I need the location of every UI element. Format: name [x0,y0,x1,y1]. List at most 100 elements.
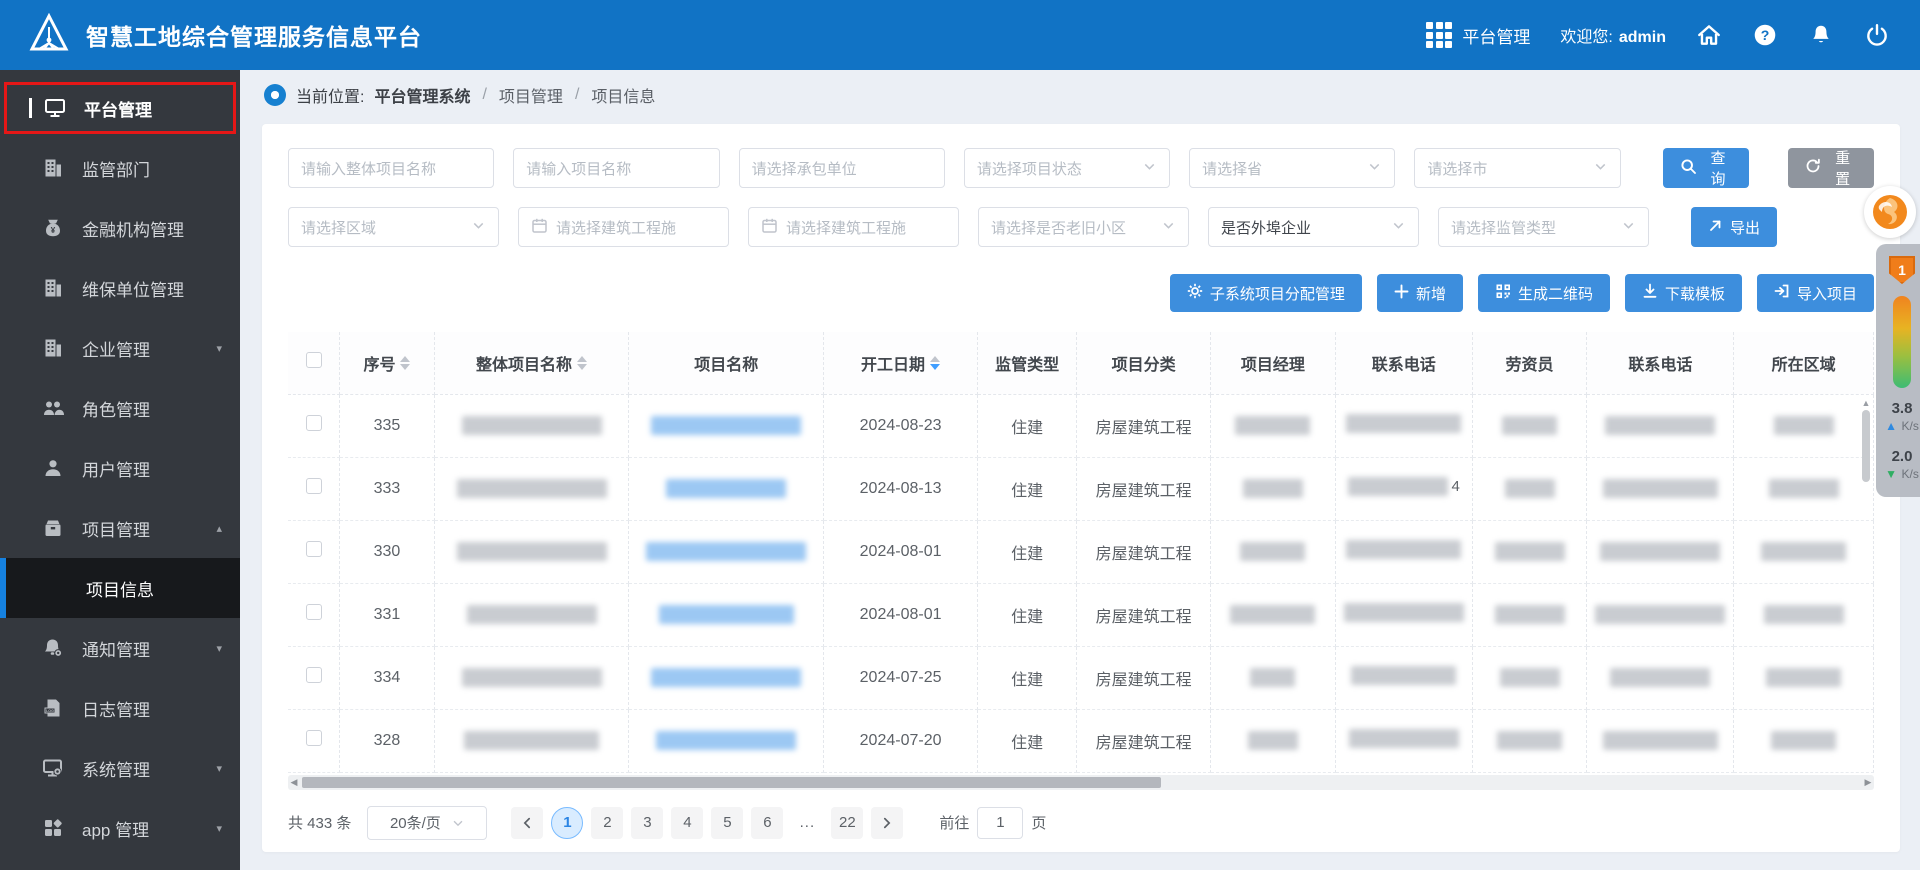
project-name-link[interactable] [651,416,801,435]
sidebar-subitem-active[interactable]: 项目信息 [0,558,240,618]
cell-seq: 335 [340,394,434,457]
page-button-22[interactable]: 22 [831,807,863,839]
column-header-2[interactable]: 整体项目名称 [434,332,629,394]
logout-power-icon[interactable] [1864,22,1890,48]
cell-category: 房屋建筑工程 [1077,457,1211,520]
sidebar-item-3[interactable]: 维保单位管理 [0,258,240,318]
filter-select-2-5[interactable]: 请选择监管类型 [1438,207,1649,247]
cell-region [1734,394,1874,457]
row-checkbox[interactable] [306,604,322,620]
help-icon[interactable]: ? [1752,22,1778,48]
subsystem-assign-button[interactable]: 子系统项目分配管理 [1170,274,1362,312]
page-button-6[interactable]: 6 [751,807,783,839]
row-checkbox[interactable] [306,541,322,557]
project-name-link[interactable] [666,479,786,498]
scroll-right-arrow-icon[interactable]: ▶ [1862,777,1874,788]
filter-select-2-0[interactable]: 请选择区域 [288,207,499,247]
cell-project-name [629,394,824,457]
generate-qrcode-button[interactable]: 生成二维码 [1478,274,1610,312]
security-app-logo[interactable] [1864,186,1916,238]
shield-badge-icon[interactable]: 1 [1889,256,1915,284]
speed-monitor-panel[interactable]: 1 3.8 ▲ K/s 2.0 ▼ K/s [1876,244,1920,497]
project-name-link[interactable] [651,668,801,687]
platform-menu-button[interactable]: 平台管理 [1426,22,1530,48]
filter-date-2-1[interactable]: 请选择建筑工程施 [518,207,729,247]
sort-arrows-icon[interactable] [930,356,940,370]
scroll-left-arrow-icon[interactable]: ◀ [288,777,300,788]
notification-bell-icon[interactable] [1808,22,1834,48]
filter-select-1-3[interactable]: 请选择项目状态 [964,148,1170,188]
select-all-checkbox[interactable] [306,352,322,368]
add-button[interactable]: 新增 [1377,274,1463,312]
project-name-link[interactable] [646,542,806,561]
redacted-text [1346,414,1461,433]
filter-date-2-2[interactable]: 请选择建筑工程施 [748,207,959,247]
redacted-text [1603,731,1718,750]
project-name-link[interactable] [656,731,796,750]
row-checkbox[interactable] [306,730,322,746]
project-name-link[interactable] [659,605,794,624]
filter-input-1-2[interactable]: 请选择承包单位 [739,148,945,188]
goto-page-input[interactable] [977,807,1023,839]
page-button-2[interactable]: 2 [591,807,623,839]
row-checkbox[interactable] [306,667,322,683]
filter-input-1-0[interactable]: 请输入整体项目名称 [288,148,494,188]
filter-input-1-1[interactable]: 请输入项目名称 [513,148,719,188]
qrcode-icon [1495,283,1511,303]
cell-project-name [629,457,824,520]
breadcrumb-item-project-mgmt[interactable]: 项目管理 [499,83,563,107]
redacted-text [462,416,602,435]
sidebar-item-0[interactable]: 平台管理 [4,82,236,134]
sidebar-item-6[interactable]: 用户管理 [0,438,240,498]
filter-select-2-4[interactable]: 是否外埠企业 [1208,207,1419,247]
next-page-button[interactable] [871,807,903,839]
sidebar-item-12[interactable]: app 管理▾ [0,798,240,858]
project-icon [42,517,64,539]
import-icon [1774,283,1790,303]
search-button[interactable]: 查询 [1663,148,1750,188]
page-size-select[interactable]: 20条/页 [367,806,487,840]
filter-select-1-5[interactable]: 请选择市 [1414,148,1620,188]
select-all-header[interactable] [288,332,340,394]
breadcrumb-item-project-info[interactable]: 项目信息 [591,83,655,107]
sidebar-item-10[interactable]: LOG日志管理 [0,678,240,738]
row-checkbox[interactable] [306,478,322,494]
import-project-button[interactable]: 导入项目 [1757,274,1874,312]
sort-arrows-icon[interactable] [400,356,410,370]
sidebar-item-label: 企业管理 [82,336,150,361]
sidebar-item-7[interactable]: 项目管理▴ [0,498,240,558]
column-header-1[interactable]: 序号 [340,332,434,394]
page-button-5[interactable]: 5 [711,807,743,839]
column-header-4[interactable]: 开工日期 [824,332,978,394]
export-button[interactable]: 导出 [1691,207,1777,247]
sidebar-item-2[interactable]: ¥金融机构管理 [0,198,240,258]
horizontal-scroll-thumb[interactable] [302,777,1161,788]
filter-placeholder: 请输入项目名称 [526,158,706,179]
page-button-3[interactable]: 3 [631,807,663,839]
redacted-text [1349,729,1459,748]
page-button-4[interactable]: 4 [671,807,703,839]
sidebar-item-5[interactable]: 角色管理 [0,378,240,438]
redacted-text [1603,479,1718,498]
app-root: 智慧工地综合管理服务信息平台 平台管理 欢迎您:admin ? [0,0,1920,870]
sidebar-item-4[interactable]: 企业管理▾ [0,318,240,378]
cell-supervision-type: 住建 [977,583,1076,646]
horizontal-scrollbar[interactable]: ◀ ▶ [288,775,1874,790]
filter-placeholder: 请选择承包单位 [752,158,932,179]
calendar-icon [531,217,548,238]
home-icon[interactable] [1696,22,1722,48]
filter-select-2-3[interactable]: 请选择是否老旧小区 [978,207,1189,247]
sidebar-item-9[interactable]: 通知管理▾ [0,618,240,678]
filter-select-1-4[interactable]: 请选择省 [1189,148,1395,188]
sidebar-item-label: 日志管理 [82,696,150,721]
sidebar-item-1[interactable]: 监管部门 [0,138,240,198]
reset-button[interactable]: 重置 [1788,148,1874,188]
download-template-button[interactable]: 下载模板 [1625,274,1742,312]
row-checkbox[interactable] [306,415,322,431]
column-label: 监管类型 [995,351,1059,375]
sort-arrows-icon[interactable] [577,356,587,370]
sidebar-item-11[interactable]: 系统管理▾ [0,738,240,798]
page-button-1[interactable]: 1 [551,807,583,839]
prev-page-button[interactable] [511,807,543,839]
column-label: 序号 [363,351,395,375]
